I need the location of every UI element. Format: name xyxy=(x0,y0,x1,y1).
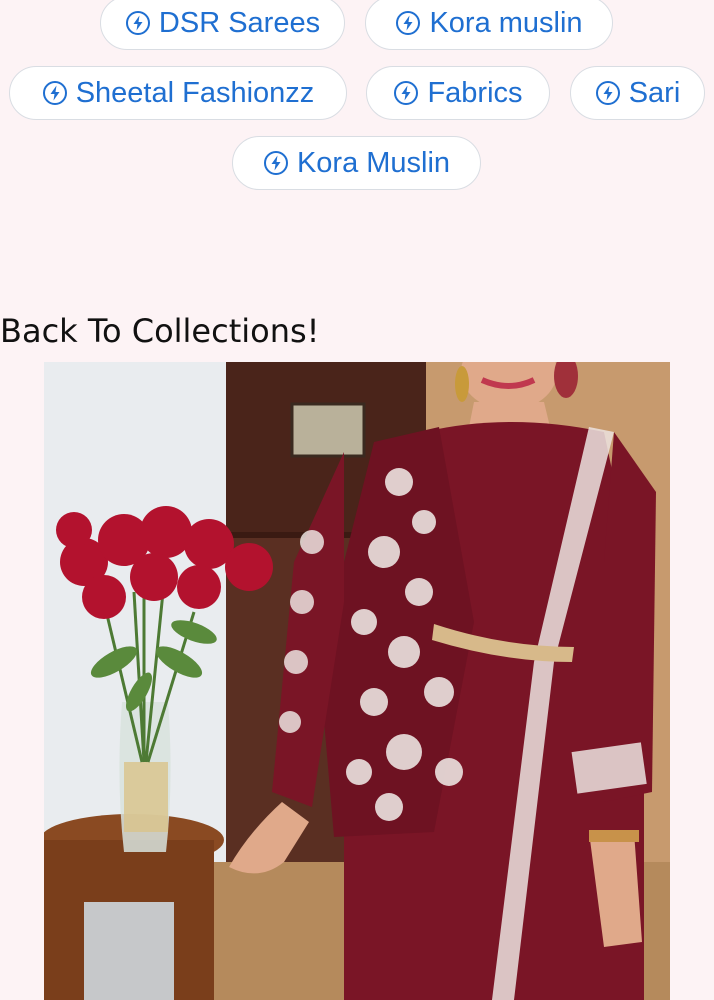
tag-chip-label: Fabrics xyxy=(427,76,523,109)
tag-chip-kora-muslin-2[interactable]: Kora Muslin xyxy=(232,136,481,190)
wall-plaque xyxy=(290,402,366,458)
tag-chip-label: Kora muslin xyxy=(429,6,583,39)
bolt-circle-icon xyxy=(42,81,67,105)
tag-chip-label: Sari xyxy=(628,76,681,109)
tag-chip-kora-muslin[interactable]: Kora muslin xyxy=(365,0,613,50)
bolt-circle-icon xyxy=(595,81,620,105)
bolt-circle-icon xyxy=(263,151,288,175)
back-to-collections-link[interactable]: Back To Collections! xyxy=(0,312,320,350)
tag-chip-fabrics[interactable]: Fabrics xyxy=(366,66,550,120)
bolt-circle-icon xyxy=(396,11,421,35)
tag-chip-label: DSR Sarees xyxy=(158,6,321,39)
bolt-circle-icon xyxy=(394,81,419,105)
product-photo[interactable] xyxy=(44,362,670,1000)
tag-chip-sari[interactable]: Sari xyxy=(570,66,705,120)
tag-chip-dsr-sarees[interactable]: DSR Sarees xyxy=(100,0,345,50)
product-photo-illustration xyxy=(44,362,670,1000)
tag-chip-label: Sheetal Fashionzz xyxy=(75,76,315,109)
tag-chip-sheetal-fashionzz[interactable]: Sheetal Fashionzz xyxy=(9,66,347,120)
tag-chip-label: Kora Muslin xyxy=(296,146,451,179)
bolt-circle-icon xyxy=(125,11,150,35)
